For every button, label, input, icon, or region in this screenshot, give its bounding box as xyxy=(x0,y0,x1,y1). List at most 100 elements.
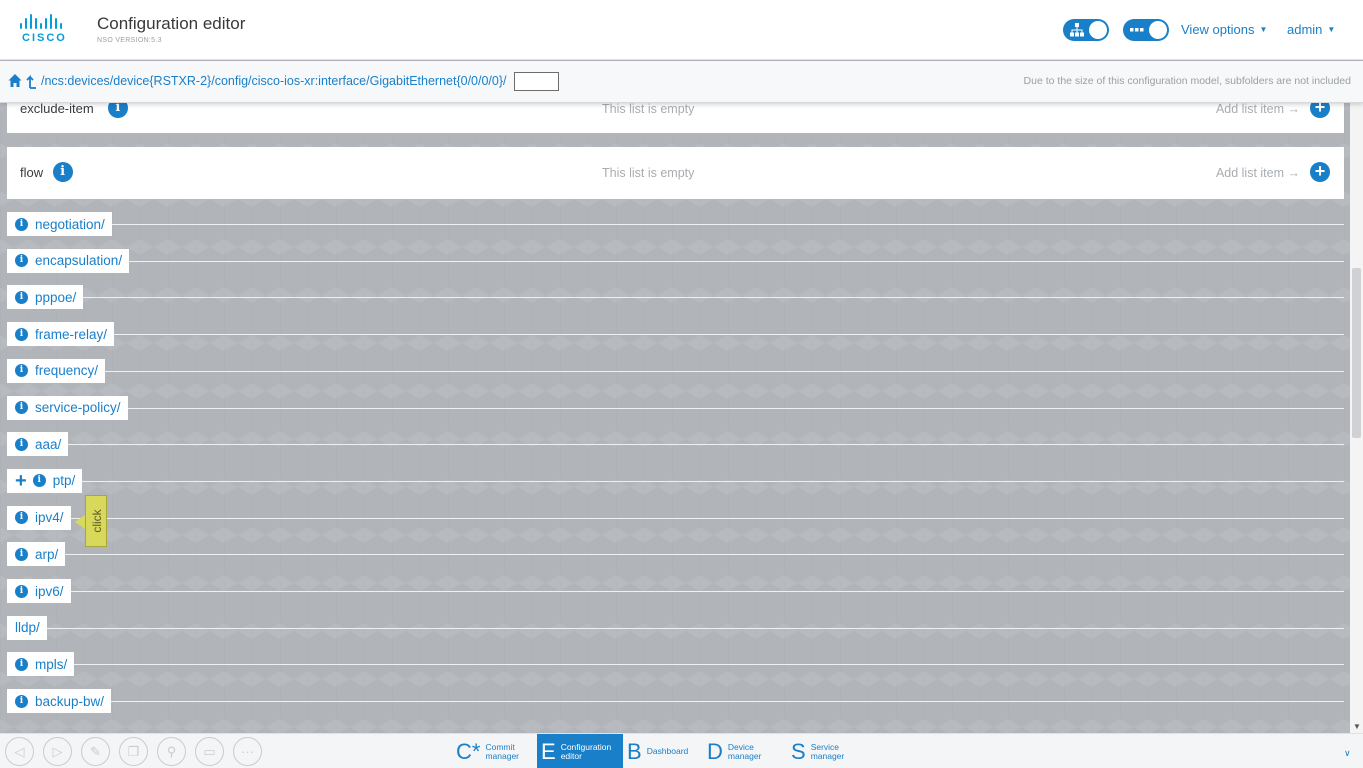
folder-link-negotiation[interactable]: i negotiation/ xyxy=(7,212,112,236)
nav-tab-dashboard[interactable]: B Dashboard xyxy=(623,734,703,768)
folder-label[interactable]: mpls/ xyxy=(35,657,67,672)
info-icon[interactable]: i xyxy=(15,657,28,671)
folder-label[interactable]: arp/ xyxy=(35,547,58,562)
folder-row: i aaa/ xyxy=(7,432,1344,457)
folder-link-pppoe[interactable]: i pppoe/ xyxy=(7,285,84,310)
folder-link-frequency[interactable]: i frequency/ xyxy=(7,358,106,383)
folder-row: i negotiation/ xyxy=(7,212,1344,236)
folder-label[interactable]: lldp/ xyxy=(15,620,40,635)
nav-tab-label: Device manager xyxy=(727,741,762,761)
empty-list-text: This list is empty xyxy=(602,103,695,116)
info-icon[interactable]: i xyxy=(15,364,28,378)
forward-icon[interactable]: ▷ xyxy=(43,737,72,766)
add-list-item-link[interactable]: Add list item → xyxy=(1216,103,1300,116)
info-icon[interactable]: i xyxy=(32,474,46,488)
folder-link-mpls[interactable]: i mpls/ xyxy=(7,652,75,677)
folder-link-aaa[interactable]: i aaa/ xyxy=(7,432,69,457)
back-icon[interactable]: ◁ xyxy=(5,737,34,766)
home-icon[interactable] xyxy=(8,73,22,89)
nav-tab-letter: D xyxy=(707,738,723,764)
add-list-item-link[interactable]: Add list item → xyxy=(1216,166,1300,180)
dots-icon xyxy=(1130,28,1144,32)
folder-label[interactable]: service-policy/ xyxy=(35,400,121,415)
list-panel-exclude-item: exclude-item i This list is empty Add list … xyxy=(7,103,1344,133)
path-bar: /ncs:devices/device{RSTXR-2}/config/cisc… xyxy=(0,61,1363,103)
folder-link-backup-bw[interactable]: i backup-bw/ xyxy=(7,689,112,714)
folder-label[interactable]: pppoe/ xyxy=(35,290,76,305)
nav-tab-letter: S xyxy=(791,738,806,764)
folder-label[interactable]: backup-bw/ xyxy=(35,694,104,709)
add-icon[interactable]: + xyxy=(1310,162,1330,182)
folder-link-arp[interactable]: i arp/ xyxy=(7,542,66,567)
nav-tab-commit-manager[interactable]: C* Commit manager xyxy=(452,734,536,768)
info-icon[interactable]: i xyxy=(15,694,28,708)
info-icon[interactable]: i xyxy=(15,290,28,304)
chevron-down-icon[interactable]: ∨ xyxy=(1344,748,1351,759)
info-icon[interactable]: i xyxy=(15,437,28,451)
nav-tab-configuration-editor[interactable]: E Configuration editor xyxy=(537,734,623,768)
folder-link-ipv4[interactable]: i ipv4/ xyxy=(7,505,71,530)
folder-link-frame-relay[interactable]: i frame-relay/ xyxy=(7,322,115,347)
folder-row: i arp/ xyxy=(7,542,1344,567)
keyboard-icon[interactable]: ▭ xyxy=(195,737,224,766)
folder-divider xyxy=(7,260,1344,262)
folder-label[interactable]: frequency/ xyxy=(35,363,98,378)
add-icon[interactable]: + xyxy=(1310,103,1330,118)
info-icon[interactable]: i xyxy=(15,584,28,598)
topology-toggle[interactable] xyxy=(1063,19,1109,41)
info-icon[interactable]: i xyxy=(15,254,28,268)
parent-folder-icon[interactable] xyxy=(25,73,37,89)
expand-icon[interactable]: + xyxy=(15,471,27,491)
folder-row: i pppoe/ xyxy=(7,285,1344,310)
view-options-menu[interactable]: View options ▼ xyxy=(1181,22,1267,37)
nav-tab-label: Dashboard xyxy=(646,746,689,756)
folder-label[interactable]: negotiation/ xyxy=(35,217,105,232)
nav-tab-service-manager[interactable]: S Service manager xyxy=(787,734,879,768)
folder-label[interactable]: frame-relay/ xyxy=(35,327,107,342)
info-icon[interactable]: i xyxy=(15,217,28,231)
nav-tab-label: Commit manager xyxy=(485,741,520,761)
folder-label[interactable]: ptp/ xyxy=(53,473,76,488)
folder-link-ptp[interactable]: + i ptp/ xyxy=(7,468,83,493)
more-icon[interactable]: ··· xyxy=(233,737,262,766)
keypath-link[interactable]: /ncs:devices/device{RSTXR-2}/config/cisc… xyxy=(41,74,507,88)
info-icon[interactable]: i xyxy=(107,103,128,118)
empty-list-text: This list is empty xyxy=(602,166,695,180)
list-name: exclude-item xyxy=(20,103,94,116)
user-menu[interactable]: admin ▼ xyxy=(1287,22,1335,37)
path-input[interactable] xyxy=(514,72,559,91)
folder-label[interactable]: aaa/ xyxy=(35,437,61,452)
info-icon[interactable]: i xyxy=(52,162,73,182)
folder-divider xyxy=(7,554,1344,556)
folder-link-service-policy[interactable]: i service-policy/ xyxy=(7,395,128,420)
folder-link-ipv6[interactable]: i ipv6/ xyxy=(7,579,71,603)
folder-link-lldp[interactable]: lldp/ xyxy=(7,615,47,640)
folder-divider xyxy=(7,627,1344,629)
compact-toggle[interactable] xyxy=(1123,19,1169,41)
folder-divider xyxy=(7,664,1344,666)
folder-label[interactable]: ipv4/ xyxy=(35,510,64,525)
scroll-down-icon[interactable]: ▼ xyxy=(1353,722,1361,731)
folder-label[interactable]: encapsulation/ xyxy=(35,253,122,268)
vertical-scrollbar[interactable]: ▼ xyxy=(1350,103,1363,733)
scroll-thumb[interactable] xyxy=(1352,268,1361,438)
edit-icon[interactable]: ✎ xyxy=(81,737,110,766)
folder-divider xyxy=(7,407,1344,409)
app-header: CISCO Configuration editor NSO VERSION:5… xyxy=(0,0,1363,60)
info-icon[interactable]: i xyxy=(15,401,28,414)
caret-down-icon: ▼ xyxy=(1327,25,1336,34)
folder-link-encapsulation[interactable]: i encapsulation/ xyxy=(7,248,130,273)
nav-tab-device-manager[interactable]: D Device manager xyxy=(703,734,787,768)
copy-icon[interactable]: ❐ xyxy=(119,737,148,766)
info-icon[interactable]: i xyxy=(15,511,28,525)
info-icon[interactable]: i xyxy=(15,547,28,561)
nav-tab-label: Service manager xyxy=(810,741,845,761)
info-icon[interactable]: i xyxy=(15,327,28,341)
folder-divider xyxy=(7,517,1344,519)
search-icon[interactable]: ⚲ xyxy=(157,737,186,766)
folder-divider xyxy=(7,334,1344,336)
folder-row: i frequency/ xyxy=(7,358,1344,383)
folder-row: lldp/ xyxy=(7,615,1344,640)
folder-divider xyxy=(7,224,1344,225)
folder-label[interactable]: ipv6/ xyxy=(35,584,64,599)
